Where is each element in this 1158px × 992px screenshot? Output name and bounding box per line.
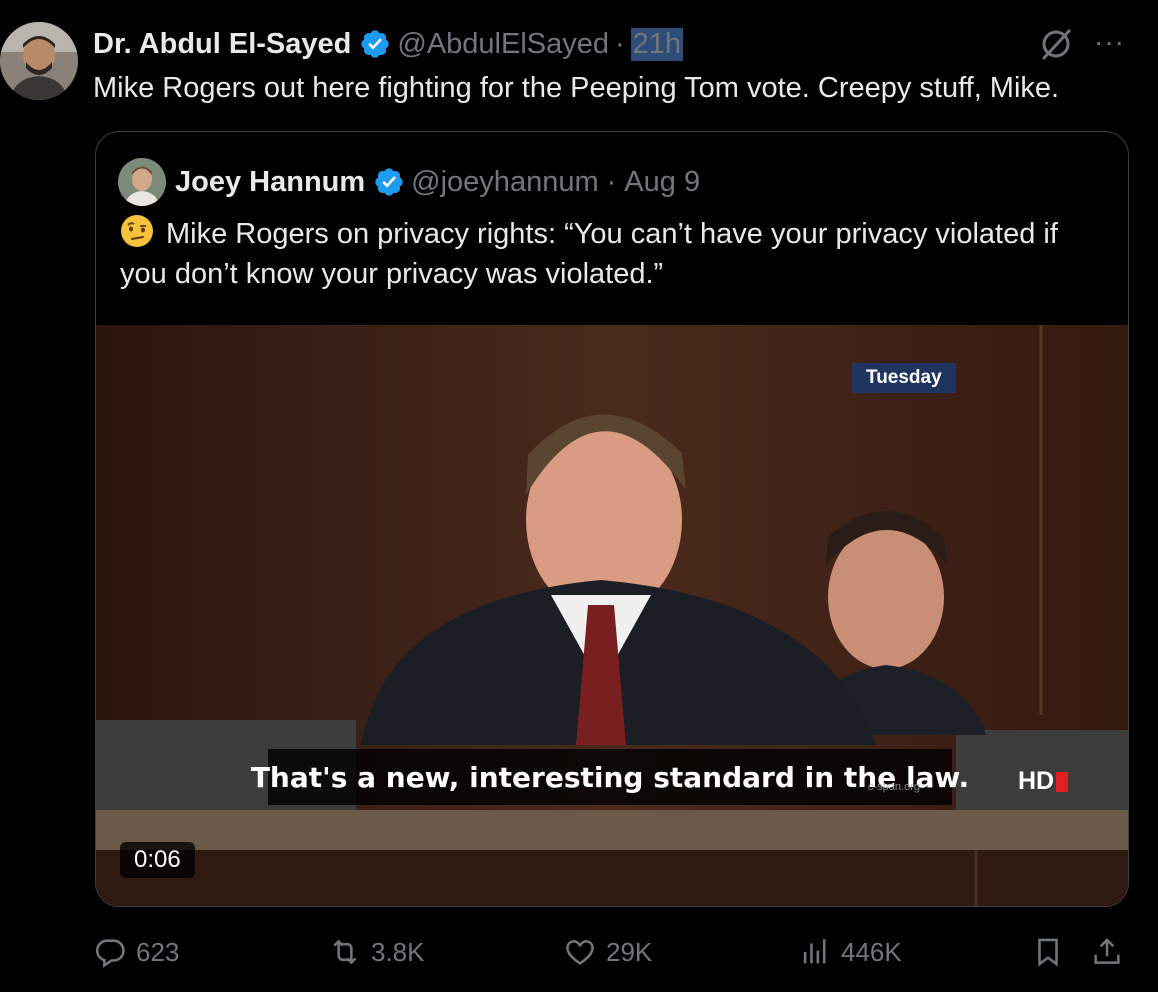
quote-text-block: Mike Rogers on privacy rights: “You can’…: [120, 214, 1110, 294]
repost-count: 3.8K: [371, 936, 425, 967]
video-player[interactable]: Tuesday That's a new, interesting standa…: [96, 325, 1128, 906]
share-icon: [1094, 938, 1120, 964]
face-with-raised-eyebrow-icon: [121, 215, 153, 247]
bookmark-button[interactable]: [1031, 928, 1074, 976]
separator-dot: ·: [606, 165, 617, 198]
quote-author-name[interactable]: Joey Hannum: [175, 166, 365, 199]
video-subtitle: That's a new, interesting standard in th…: [251, 749, 969, 805]
reply-button[interactable]: 623: [93, 928, 179, 976]
video-duration: 0:06: [120, 842, 195, 878]
views-count: 446K: [841, 936, 902, 967]
tweet-header: Dr. Abdul El-Sayed @AbdulElSayed · 21h: [93, 24, 684, 64]
cspan-watermark: c-span.org: [868, 781, 920, 793]
quote-author-handle[interactable]: @joeyhannum: [411, 166, 598, 199]
author-avatar[interactable]: [0, 22, 78, 100]
views-button[interactable]: 446K: [798, 928, 902, 976]
share-button[interactable]: [1090, 928, 1133, 976]
bookmark-icon: [1038, 938, 1058, 967]
quote-header: Joey Hannum @joeyhannum · Aug 9: [175, 162, 700, 202]
quote-author-avatar[interactable]: [118, 158, 166, 206]
verified-badge-icon: [375, 168, 403, 196]
hd-label: HD: [1018, 767, 1055, 795]
views-icon: [803, 939, 826, 964]
author-name[interactable]: Dr. Abdul El-Sayed: [93, 28, 351, 61]
like-count: 29K: [606, 936, 653, 967]
reply-count: 623: [136, 936, 180, 967]
author-handle[interactable]: @AbdulElSayed: [397, 28, 609, 61]
heart-icon: [566, 940, 594, 965]
video-tag: Tuesday: [852, 363, 956, 393]
like-button[interactable]: 29K: [563, 928, 652, 976]
more-options-icon[interactable]: ···: [1094, 22, 1125, 62]
quote-timestamp[interactable]: Aug 9: [624, 166, 700, 199]
hd-badge: HD: [1018, 767, 1069, 796]
video-frame: [96, 325, 1128, 906]
grok-icon[interactable]: [1036, 24, 1076, 64]
tweet-timestamp[interactable]: 21h: [630, 27, 684, 61]
tweet-text: Mike Rogers out here fighting for the Pe…: [93, 72, 1060, 104]
verified-badge-icon: [361, 30, 390, 58]
reply-icon: [95, 939, 125, 968]
quoted-tweet[interactable]: Joey Hannum @joeyhannum · Aug 9 Mike Rog…: [95, 131, 1129, 907]
repost-button[interactable]: 3.8K: [328, 928, 425, 976]
action-bar: 623 3.8K 29K 446K: [0, 928, 1158, 976]
repost-icon: [333, 939, 357, 965]
quote-text: Mike Rogers on privacy rights: “You can’…: [120, 218, 1058, 290]
separator-dot: ·: [615, 27, 625, 60]
